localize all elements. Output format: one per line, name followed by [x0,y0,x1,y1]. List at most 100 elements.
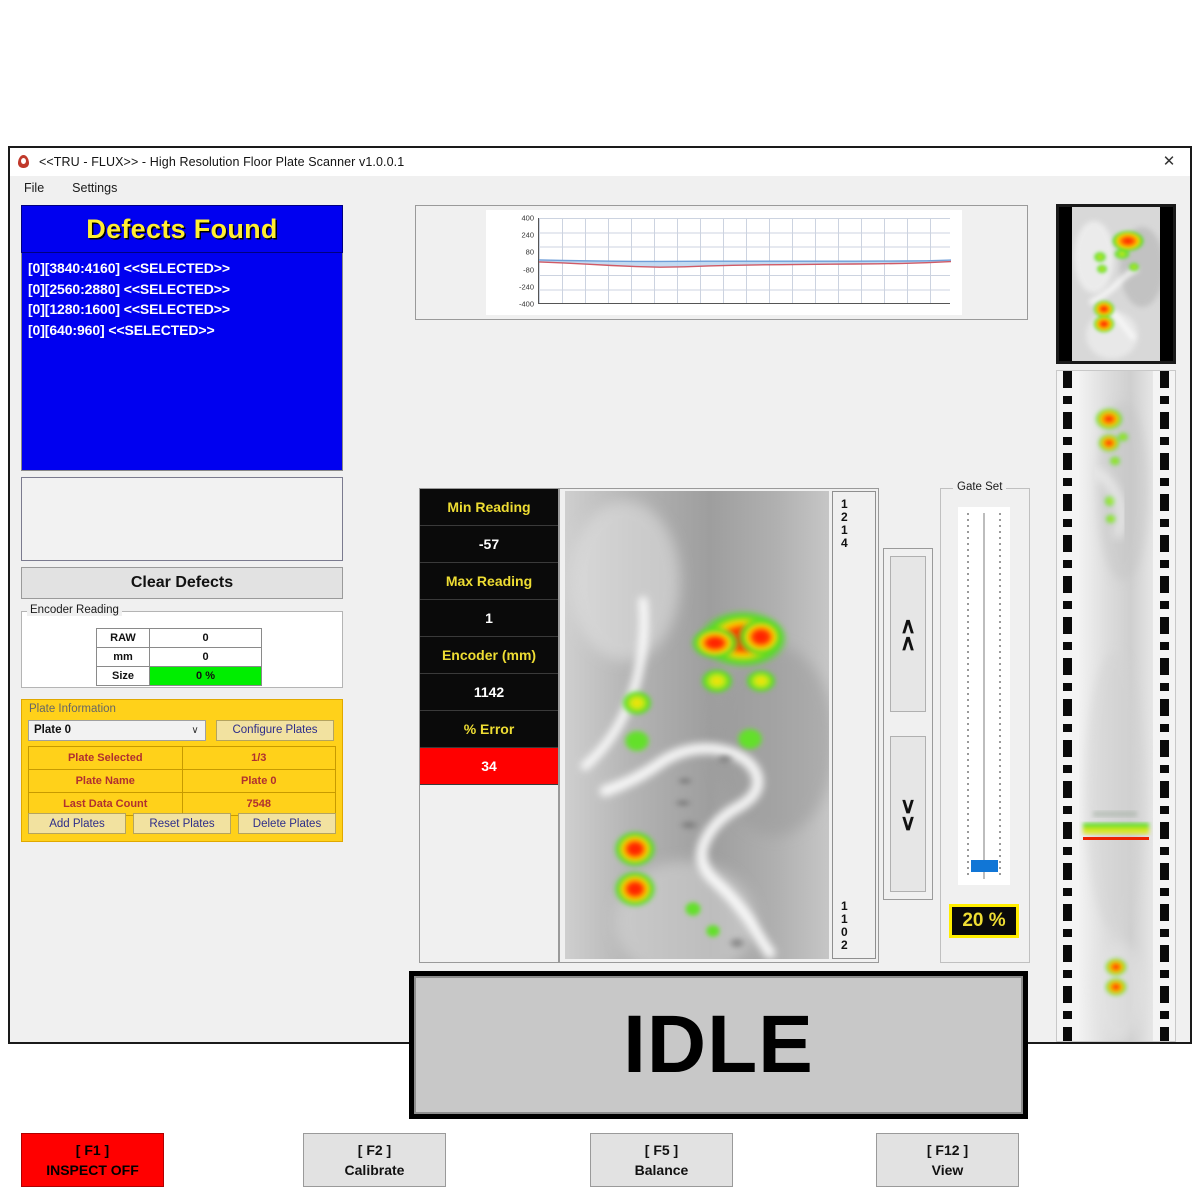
encoder-reading-legend: Encoder Reading [27,604,122,616]
table-row: Plate Name Plate 0 [28,769,336,793]
signal-chart: 400 240 80 -80 -240 -400 [486,210,962,315]
scan-rail-left [1063,371,1072,1041]
title-bar: <<TRU - FLUX>> - High Resolution Floor P… [10,148,1190,176]
list-item[interactable]: [0][1280:1600] <<SELECTED>> [28,299,342,320]
status-display: IDLE [409,971,1028,1119]
gate-slider-thumb[interactable] [971,860,998,872]
close-icon[interactable]: ✕ [1156,150,1182,172]
scan-scale-top: 1214 [841,498,848,550]
thumbnail-render [1072,207,1160,361]
encoder-mm-reading-label: Encoder (mm) [420,637,558,674]
f12-view-button[interactable]: [ F12 ] View [876,1133,1019,1187]
plate-information-table: Plate Selected 1/3 Plate Name Plate 0 La… [28,746,336,816]
defects-found-header: Defects Found [21,205,343,253]
chart-y-tick: -240 [518,282,534,292]
chevron-down-icon: ∨ [191,724,199,736]
chevron-down-icon: ∨ [899,810,917,835]
full-plate-scan-panel[interactable] [1056,370,1176,1042]
flame-icon [17,155,31,169]
chart-y-tick: 240 [521,230,534,240]
scan-scale-digit: 4 [841,536,848,550]
scan-scroll-controls: ∧ ∧ ∨ ∨ [883,548,933,900]
gate-set-readout: 20 % [949,904,1019,938]
plate-name-label: Plate Name [28,769,183,793]
chart-y-tick: 400 [521,213,534,223]
defects-list[interactable]: [0][3840:4160] <<SELECTED>> [0][2560:288… [21,253,343,471]
plate-select-dropdown[interactable]: Plate 0 ∨ [28,719,206,741]
f12-key-label: [ F12 ] [926,1142,969,1158]
list-item[interactable]: [0][3840:4160] <<SELECTED>> [28,258,342,279]
plate-information-legend: Plate Information [29,703,116,715]
scan-scale-bottom: 1102 [841,900,848,952]
table-row: Size 0 % [96,666,262,686]
encoder-raw-value: 0 [149,628,262,648]
scan-heatmap-frame: 1214 1102 [559,488,879,963]
f12-name-label: View [931,1162,964,1178]
readings-panel: Min Reading -57 Max Reading 1 Encoder (m… [419,488,559,963]
menu-item-file[interactable]: File [24,181,44,195]
encoder-reading-group: Encoder Reading RAW 0 mm 0 Size 0 % [21,604,343,688]
list-item[interactable]: [0][640:960] <<SELECTED>> [28,320,342,341]
gate-set-slider[interactable] [958,507,1010,885]
f5-key-label: [ F5 ] [644,1142,679,1158]
table-row: Plate Selected 1/3 [28,746,336,770]
list-item[interactable]: [0][2560:2880] <<SELECTED>> [28,279,342,300]
encoder-mm-value: 0 [149,647,262,667]
f2-name-label: Calibrate [344,1162,405,1178]
encoder-raw-label: RAW [96,628,150,648]
f1-inspect-button[interactable]: [ F1 ] INSPECT OFF [21,1133,164,1187]
plate-selected-value: 1/3 [181,746,336,770]
gate-tick-rail-right [999,513,1001,879]
add-plates-button[interactable]: Add Plates [28,813,126,834]
percent-error-value: 34 [420,748,558,785]
scroll-down-button[interactable]: ∨ ∨ [890,736,926,892]
plate-select-row: Plate 0 ∨ Configure Plates [28,719,336,741]
chevron-up-icon: ∧ [899,630,917,655]
scan-thumbnail-panel[interactable] [1056,204,1176,364]
f2-key-label: [ F2 ] [357,1142,392,1158]
min-reading-label: Min Reading [420,489,558,526]
chart-y-tick: 80 [525,247,534,257]
f5-balance-button[interactable]: [ F5 ] Balance [590,1133,733,1187]
defects-detail-panel [21,477,343,561]
chart-y-tick: -400 [518,299,534,309]
plate-name-value: Plate 0 [181,769,336,793]
scan-scale-digit: 2 [841,938,848,952]
application-window: <<TRU - FLUX>> - High Resolution Floor P… [8,146,1192,1187]
full-scan-render [1079,371,1153,1041]
f1-name-label: INSPECT OFF [46,1162,139,1178]
heatmap-render [565,491,829,959]
gate-tick-rail-left [967,513,969,879]
f2-calibrate-button[interactable]: [ F2 ] Calibrate [303,1133,446,1187]
encoder-mm-reading-value: 1142 [420,674,558,711]
percent-error-label: % Error [420,711,558,748]
encoder-size-value: 0 % [149,666,262,686]
configure-plates-button[interactable]: Configure Plates [216,719,334,741]
f1-key-label: [ F1 ] [75,1142,110,1158]
chart-y-axis: 400 240 80 -80 -240 -400 [494,214,534,309]
gate-set-group: Gate Set 20 % [940,481,1030,963]
clear-defects-button[interactable]: Clear Defects [21,567,343,599]
scroll-up-button[interactable]: ∧ ∧ [890,556,926,712]
signal-chart-frame: 400 240 80 -80 -240 -400 [415,205,1028,320]
full-plate-scan-image [1079,371,1153,1041]
scan-heatmap[interactable] [565,491,829,959]
plate-selected-label: Plate Selected [28,746,183,770]
table-row: mm 0 [96,647,262,667]
reset-plates-button[interactable]: Reset Plates [133,813,231,834]
chart-plot-area [538,218,952,304]
f5-name-label: Balance [634,1162,689,1178]
status-text: IDLE [623,999,814,1090]
max-reading-label: Max Reading [420,563,558,600]
window-title: <<TRU - FLUX>> - High Resolution Floor P… [39,155,405,169]
encoder-size-label: Size [96,666,150,686]
plate-action-buttons: Add Plates Reset Plates Delete Plates [28,813,336,834]
gate-slider-line [983,513,985,879]
menu-item-settings[interactable]: Settings [72,181,117,195]
chart-y-tick: -80 [523,265,534,275]
max-reading-value: 1 [420,600,558,637]
chart-series-upper-trace [538,259,952,263]
scan-rail-right [1160,371,1169,1041]
min-reading-value: -57 [420,526,558,563]
delete-plates-button[interactable]: Delete Plates [238,813,336,834]
